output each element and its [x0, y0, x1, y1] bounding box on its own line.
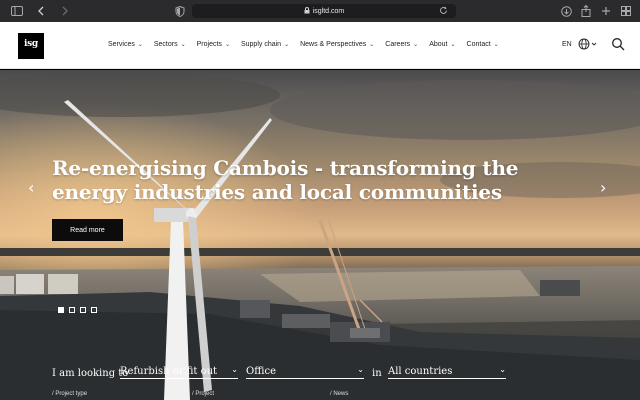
nav-label: About: [429, 41, 448, 48]
nav-item-about[interactable]: About ⌄: [429, 41, 455, 48]
chevron-down-icon: ⌄: [137, 42, 143, 48]
project-select[interactable]: Office ⌄: [246, 365, 364, 379]
finder-in-label: in: [372, 368, 382, 379]
project-type-select[interactable]: Refurbish or fit out ⌄: [120, 365, 238, 379]
carousel-dot-2[interactable]: [69, 307, 75, 313]
sub-label-text: News: [333, 391, 349, 397]
carousel-indicators: [58, 307, 97, 313]
language-selector[interactable]: EN: [562, 41, 572, 48]
finder-sub-label: / Project type: [52, 391, 88, 397]
download-icon[interactable]: [560, 4, 572, 18]
tab-overview-icon[interactable]: [620, 4, 632, 18]
nav-item-careers[interactable]: Careers ⌄: [385, 41, 418, 48]
address-bar[interactable]: isgltd.com: [192, 4, 456, 18]
sidebar-icon[interactable]: [10, 4, 24, 18]
browser-toolbar: isgltd.com: [0, 0, 640, 22]
nav-label: Supply chain: [240, 41, 282, 48]
region-select[interactable]: All countries ⌄: [388, 365, 506, 379]
finder-prefix: I am looking to: [52, 368, 129, 379]
nav-label: Careers: [385, 41, 411, 48]
chevron-down-icon: ⌄: [369, 42, 375, 48]
chevron-down-icon: ⌄: [231, 365, 238, 374]
chevron-down-icon: ⌄: [450, 42, 456, 48]
hero-headline: Re-energising Cambois - transforming the…: [52, 156, 519, 204]
carousel-dot-3[interactable]: [80, 307, 86, 313]
nav-label: Contact: [466, 41, 491, 48]
nav-label: Sectors: [153, 41, 178, 48]
hero-carousel: Re-energising Cambois - transforming the…: [0, 70, 640, 400]
nav-label: Services: [108, 41, 135, 48]
nav-item-news-perspectives[interactable]: News & Perspectives ⌄: [300, 41, 374, 48]
chevron-right-icon[interactable]: [58, 4, 72, 18]
lock-icon: [304, 6, 310, 16]
carousel-dot-1[interactable]: [58, 307, 64, 313]
nav-item-contact[interactable]: Contact ⌄: [467, 41, 499, 48]
nav-label: News & Perspectives: [300, 41, 367, 48]
project-type-value: Refurbish or fit out: [120, 366, 218, 377]
region-value: All countries: [388, 366, 453, 377]
chevron-down-icon: ⌄: [180, 42, 186, 48]
nav-item-services[interactable]: Services ⌄: [108, 41, 143, 48]
chevron-down-icon: ⌄: [499, 365, 506, 374]
chevron-down-icon: ⌄: [224, 42, 230, 48]
chevron-down-icon: ⌄: [284, 42, 290, 48]
nav-item-supply-chain[interactable]: Supply chain ⌄: [241, 41, 289, 48]
nav-item-sectors[interactable]: Sectors ⌄: [154, 41, 186, 48]
shield-icon[interactable]: [173, 4, 187, 18]
logo-text: isg: [24, 39, 38, 49]
nav-label: Projects: [196, 41, 222, 48]
carousel-prev-icon[interactable]: ‹: [28, 180, 34, 196]
share-icon[interactable]: [580, 4, 592, 18]
reload-icon[interactable]: [439, 6, 448, 17]
chevron-left-icon[interactable]: [34, 4, 48, 18]
finder-sub-label: / Project: [192, 391, 215, 397]
search-icon[interactable]: [611, 37, 625, 51]
finder-sub-label: / News: [330, 391, 349, 397]
project-finder: I am looking to Refurbish or fit out ⌄ O…: [0, 360, 640, 400]
chevron-down-icon: ⌄: [357, 365, 364, 374]
chevron-down-icon: ⌄: [493, 42, 499, 48]
site-header: isg Services ⌄ Sectors ⌄ Projects ⌄ Supply …: [0, 22, 640, 69]
project-value: Office: [246, 366, 277, 377]
carousel-next-icon[interactable]: ›: [600, 180, 606, 196]
nav-item-projects[interactable]: Projects ⌄: [197, 41, 230, 48]
main-nav: Services ⌄ Sectors ⌄ Projects ⌄ Supply chai…: [108, 41, 510, 48]
chevron-down-icon: ⌄: [413, 42, 419, 48]
plus-icon[interactable]: [600, 4, 612, 18]
sub-label-text: Project type: [55, 391, 88, 397]
url-text: isgltd.com: [312, 7, 345, 15]
sub-label-text: Project: [195, 391, 215, 397]
carousel-dot-4[interactable]: [91, 307, 97, 313]
read-more-button[interactable]: Read more: [52, 219, 123, 241]
isg-logo[interactable]: isg: [18, 33, 44, 59]
globe-icon[interactable]: [578, 38, 598, 50]
